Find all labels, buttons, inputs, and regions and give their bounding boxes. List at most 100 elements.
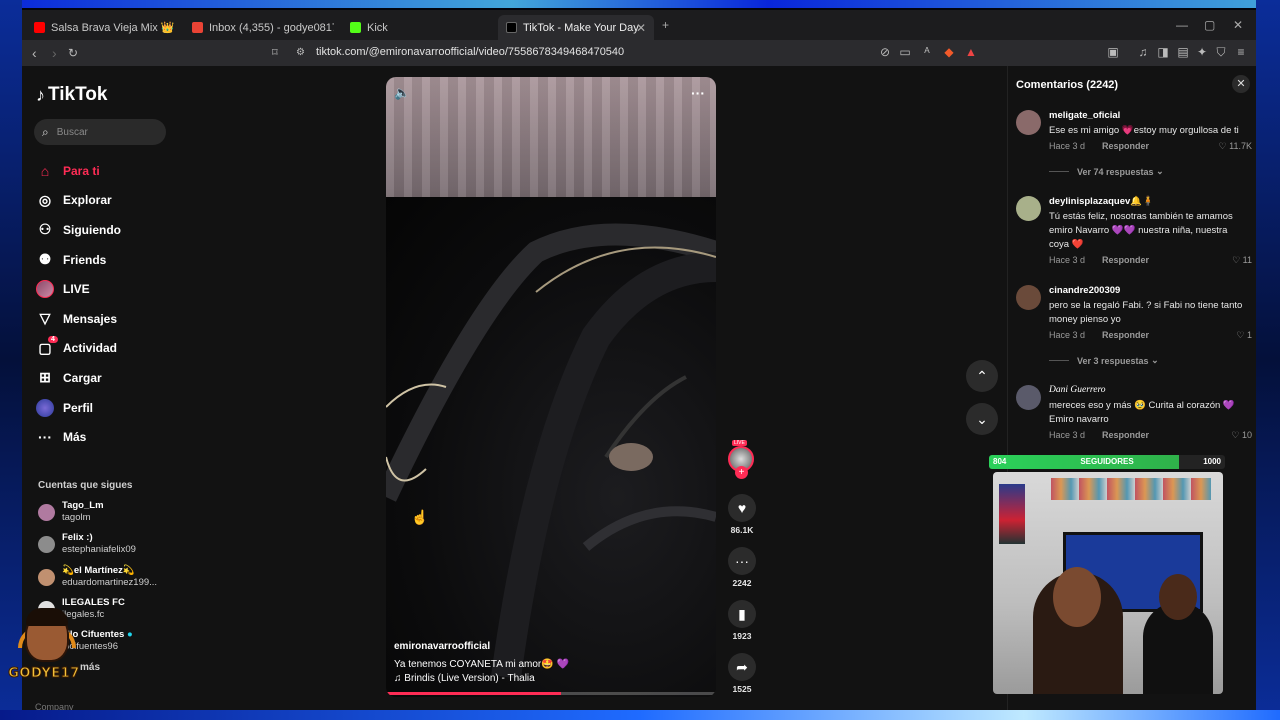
avatar[interactable]: [1016, 285, 1041, 310]
video-description: Ya tenemos COYANETA mi amor🤩 💜: [394, 659, 569, 670]
comment-button[interactable]: ··· 2242: [722, 547, 762, 588]
close-window-icon[interactable]: ✕: [1233, 18, 1243, 32]
forward-icon[interactable]: ›: [52, 44, 57, 62]
heart-outline-icon: ♡: [1231, 430, 1240, 440]
sidebar-item-mensajes[interactable]: ▽ Mensajes: [36, 304, 176, 334]
video-music[interactable]: ♫ Brindis (Live Version) - Thalia: [394, 673, 535, 684]
messages-icon: ▽: [39, 310, 51, 327]
close-tab-icon[interactable]: ✕: [636, 21, 646, 35]
brave-shield-icon[interactable]: ◆: [942, 45, 956, 59]
sidebar-item-friends[interactable]: ⚉ Friends: [36, 245, 176, 275]
minimize-icon[interactable]: —: [1176, 18, 1188, 32]
sidebar-item-explorar[interactable]: ◎ Explorar: [36, 186, 176, 216]
volume-icon[interactable]: 🔈: [394, 85, 410, 101]
share-button[interactable]: ➦ 1525: [722, 653, 762, 694]
comment-user[interactable]: meligate_oficial: [1049, 110, 1120, 121]
rewards-icon[interactable]: ▲: [964, 45, 978, 59]
heart-outline-icon: ♡: [1232, 255, 1241, 265]
comment-user[interactable]: deylinisplazaquev🔔🧍: [1049, 196, 1154, 207]
comment-item: cinandre200309 pero se la regaló Fabi. ?…: [1016, 285, 1252, 355]
video-player[interactable]: 🔈 ··· emironavarroofficial Ya tenemos CO…: [386, 77, 716, 697]
sidebar-item-cargar[interactable]: ⊞ Cargar: [36, 363, 176, 393]
sidebar-item-label: Siguiendo: [63, 222, 121, 237]
video-progress-bar[interactable]: [386, 692, 716, 695]
back-icon[interactable]: ‹: [32, 44, 37, 62]
reply-button[interactable]: Responder: [1102, 330, 1149, 340]
new-tab-icon[interactable]: +: [662, 18, 669, 32]
sidebar-item-para-ti[interactable]: ⌂ Para ti: [36, 156, 176, 186]
comment-like-button[interactable]: ♡ 11: [1232, 255, 1252, 266]
view-replies-button[interactable]: Ver 74 respuestas ⌄: [1049, 166, 1164, 177]
video-author[interactable]: emironavarroofficial: [394, 641, 490, 652]
more-options-icon[interactable]: ···: [691, 85, 705, 101]
company-link[interactable]: Company: [35, 702, 74, 710]
mute-tab-icon[interactable]: ⊘: [878, 45, 892, 59]
avatar[interactable]: [1016, 110, 1041, 135]
tab-tiktok[interactable]: TikTok - Make Your Day ✕: [498, 15, 654, 40]
sidebar-item-mas[interactable]: ··· Más: [36, 422, 176, 452]
sidebar-item-live[interactable]: LIVE: [36, 274, 176, 304]
comment-user[interactable]: Dani Guerrero: [1049, 385, 1106, 395]
vpn-icon[interactable]: ⛉: [1214, 45, 1228, 59]
comment-time: Hace 3 d: [1049, 255, 1086, 265]
comment-user[interactable]: cinandre200309: [1049, 285, 1120, 296]
webcam-person-right-head: [1159, 574, 1197, 620]
leo-icon[interactable]: ✦: [1195, 45, 1209, 59]
following-handle: eduardomartinez199...: [62, 577, 158, 588]
tiktok-logo[interactable]: ♪ TikTok: [36, 84, 107, 106]
comment-like-button[interactable]: ♡ 10: [1231, 430, 1252, 441]
activity-icon: ▢ 4: [36, 336, 58, 357]
following-item[interactable]: Felix :) estephaniafelix09: [38, 532, 136, 556]
tiktok-note-icon: ♪: [36, 84, 45, 105]
maximize-icon[interactable]: ▢: [1204, 18, 1215, 32]
like-button[interactable]: ♥ 86.1K: [722, 494, 762, 535]
live-tag: LIVE: [732, 440, 747, 446]
translate-icon[interactable]: ᴬ: [920, 45, 934, 59]
wallet-icon[interactable]: ▤: [1176, 45, 1190, 59]
tab-kick[interactable]: Kick: [342, 15, 492, 40]
heart-icon: ♥: [728, 494, 756, 522]
comment-like-button[interactable]: ♡ 11.7K: [1219, 141, 1252, 152]
sidebar-toggle-icon[interactable]: ▣: [1106, 45, 1120, 59]
sidebar-item-actividad[interactable]: ▢ 4 Actividad: [36, 334, 176, 364]
view-replies-button[interactable]: Ver 3 respuestas ⌄: [1049, 355, 1159, 366]
reply-button[interactable]: Responder: [1102, 141, 1149, 151]
media-icon[interactable]: ♫: [1136, 45, 1150, 59]
tab-youtube[interactable]: Salsa Brava Vieja Mix 👑 Héctor Lav: [26, 15, 176, 40]
site-info-icon[interactable]: ⚙: [296, 44, 305, 62]
creator-avatar-button[interactable]: LIVE +: [722, 440, 762, 482]
follow-plus-icon[interactable]: +: [735, 466, 748, 479]
close-comments-button[interactable]: ✕: [1232, 75, 1250, 93]
comment-time: Hace 3 d: [1049, 141, 1086, 151]
search-placeholder: Buscar: [56, 126, 88, 138]
reply-button[interactable]: Responder: [1102, 430, 1149, 440]
save-button[interactable]: ▮ 1923: [722, 600, 762, 641]
chevron-up-icon: ⌃: [976, 368, 988, 384]
streamer-logo: GODYE17: [8, 608, 80, 686]
avatar[interactable]: [1016, 385, 1041, 410]
previous-video-button[interactable]: ⌃: [966, 360, 998, 392]
following-item[interactable]: 💫el Martínez💫 eduardomartinez199...: [38, 565, 157, 589]
bookmark-icon[interactable]: ⌑: [272, 44, 278, 62]
following-item[interactable]: Tago_Lm tagolm: [38, 500, 104, 524]
comment-like-button[interactable]: ♡ 1: [1236, 330, 1252, 341]
share-icon: ➦: [728, 653, 756, 681]
menu-icon[interactable]: ≡: [1234, 45, 1248, 59]
split-view-icon[interactable]: ◨: [1156, 45, 1170, 59]
search-input[interactable]: ⌕ Buscar: [34, 119, 166, 145]
tab-title: Salsa Brava Vieja Mix 👑 Héctor Lav: [51, 22, 176, 34]
followers-goal: 1000: [1203, 457, 1221, 466]
next-video-button[interactable]: ⌄: [966, 403, 998, 435]
reload-icon[interactable]: ↻: [68, 44, 78, 62]
see-more-link[interactable]: más: [80, 662, 100, 673]
address-bar[interactable]: tiktok.com/@emironavarroofficial/video/7…: [316, 46, 624, 58]
cast-icon[interactable]: ▭: [898, 45, 912, 59]
avatar[interactable]: [1016, 196, 1041, 221]
cartoon-hair-graphic: [26, 608, 68, 626]
sidebar-item-label: Para ti: [63, 163, 100, 178]
sidebar-item-siguiendo[interactable]: ⚇ Siguiendo: [36, 215, 176, 245]
tab-gmail[interactable]: Inbox (4,355) - godye0817@gmail.c: [184, 15, 334, 40]
chevron-down-icon: ⌄: [1156, 166, 1164, 176]
reply-button[interactable]: Responder: [1102, 255, 1149, 265]
sidebar-item-perfil[interactable]: Perfil: [36, 393, 176, 423]
